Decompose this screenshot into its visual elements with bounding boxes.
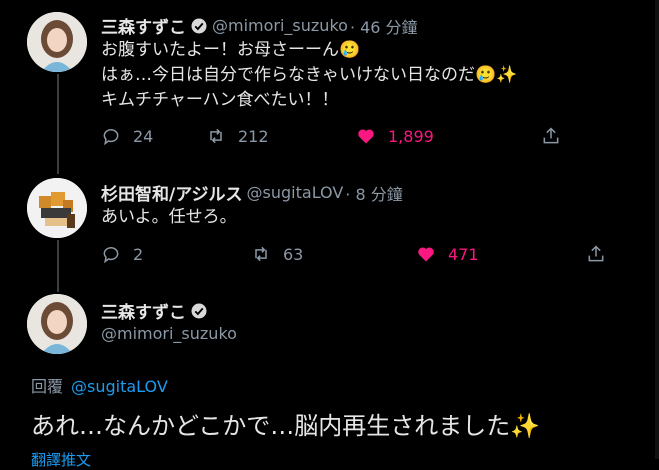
- main-tweet-text: あれ…なんかどこかで…脳内再生されました✨: [31, 412, 541, 440]
- main-author-handle[interactable]: @mimori_suzuko: [101, 324, 237, 343]
- retweet-icon: [210, 128, 222, 144]
- thread-line: [57, 240, 59, 292]
- like-button[interactable]: 1,899: [356, 126, 541, 146]
- tweet1-header: 三森すずこ @mimori_suzuko · 46 分鐘: [101, 13, 418, 38]
- reply-label: 回覆: [31, 377, 64, 396]
- translate-link[interactable]: 翻譯推文: [31, 449, 91, 470]
- reply-count: 2: [133, 244, 144, 264]
- like-icon: [358, 129, 374, 144]
- verified-badge-icon: [190, 17, 208, 35]
- tweet2-timestamp[interactable]: · 8 分鐘: [345, 181, 402, 205]
- scrollbar[interactable]: [655, 0, 659, 459]
- tweet2-handle[interactable]: @sugitaLOV: [247, 183, 344, 202]
- reply-icon: [103, 247, 119, 264]
- tweet2-header: 杉田智和/アジルス @sugitaLOV · 8 分鐘: [101, 180, 403, 205]
- reply-icon: [103, 129, 119, 146]
- reply-count: 24: [133, 126, 154, 146]
- reply-button[interactable]: 2: [101, 244, 251, 264]
- retweet-button[interactable]: 63: [251, 244, 416, 264]
- thread-line: [57, 74, 59, 174]
- tweet1-author-name[interactable]: 三森すずこ: [101, 13, 186, 38]
- reply-to-line: 回覆 @sugitaLOV: [31, 373, 168, 397]
- verified-badge-icon: [190, 302, 208, 320]
- share-button[interactable]: [586, 244, 606, 264]
- tweet1-handle[interactable]: @mimori_suzuko: [212, 16, 348, 35]
- main-tweet-header: 三森すずこ: [101, 298, 208, 323]
- share-icon: [588, 245, 604, 262]
- retweet-icon: [255, 246, 267, 262]
- like-count: 1,899: [388, 126, 434, 146]
- share-button[interactable]: [541, 126, 561, 146]
- tweet1-line: キムチチャーハン食べたい！！: [101, 90, 339, 110]
- tweet1-actions: 24 212 1,899: [101, 126, 561, 146]
- avatar-mimori[interactable]: [27, 294, 87, 354]
- like-button[interactable]: 471: [416, 244, 586, 264]
- tweet1-timestamp[interactable]: · 46 分鐘: [350, 14, 418, 38]
- main-author-name[interactable]: 三森すずこ: [101, 298, 186, 323]
- retweet-button[interactable]: 212: [206, 126, 356, 146]
- tweet2-text: あいよ。任せろ。: [101, 207, 237, 227]
- avatar-sugita[interactable]: [27, 178, 87, 238]
- avatar-mimori[interactable]: [27, 12, 87, 72]
- tweet1-text: お腹すいたよー！お母さーーん🥲 はぁ…今日は自分で作らなきゃいけない日なのだ🥲✨…: [101, 38, 517, 113]
- tweet1-line: はぁ…今日は自分で作らなきゃいけない日なのだ🥲✨: [101, 65, 518, 85]
- tweet2-actions: 2 63 471: [101, 244, 606, 264]
- like-count: 471: [448, 244, 479, 264]
- reply-button[interactable]: 24: [101, 126, 206, 146]
- reply-to-link[interactable]: @sugitaLOV: [71, 377, 168, 396]
- share-icon: [543, 127, 559, 144]
- retweet-count: 63: [283, 244, 304, 264]
- tweet2-author-name[interactable]: 杉田智和/アジルス: [101, 180, 243, 205]
- like-icon: [418, 247, 434, 262]
- retweet-count: 212: [238, 126, 269, 146]
- tweet1-line: お腹すいたよー！お母さーーん🥲: [101, 40, 361, 60]
- main-handle-row: @mimori_suzuko: [101, 324, 237, 343]
